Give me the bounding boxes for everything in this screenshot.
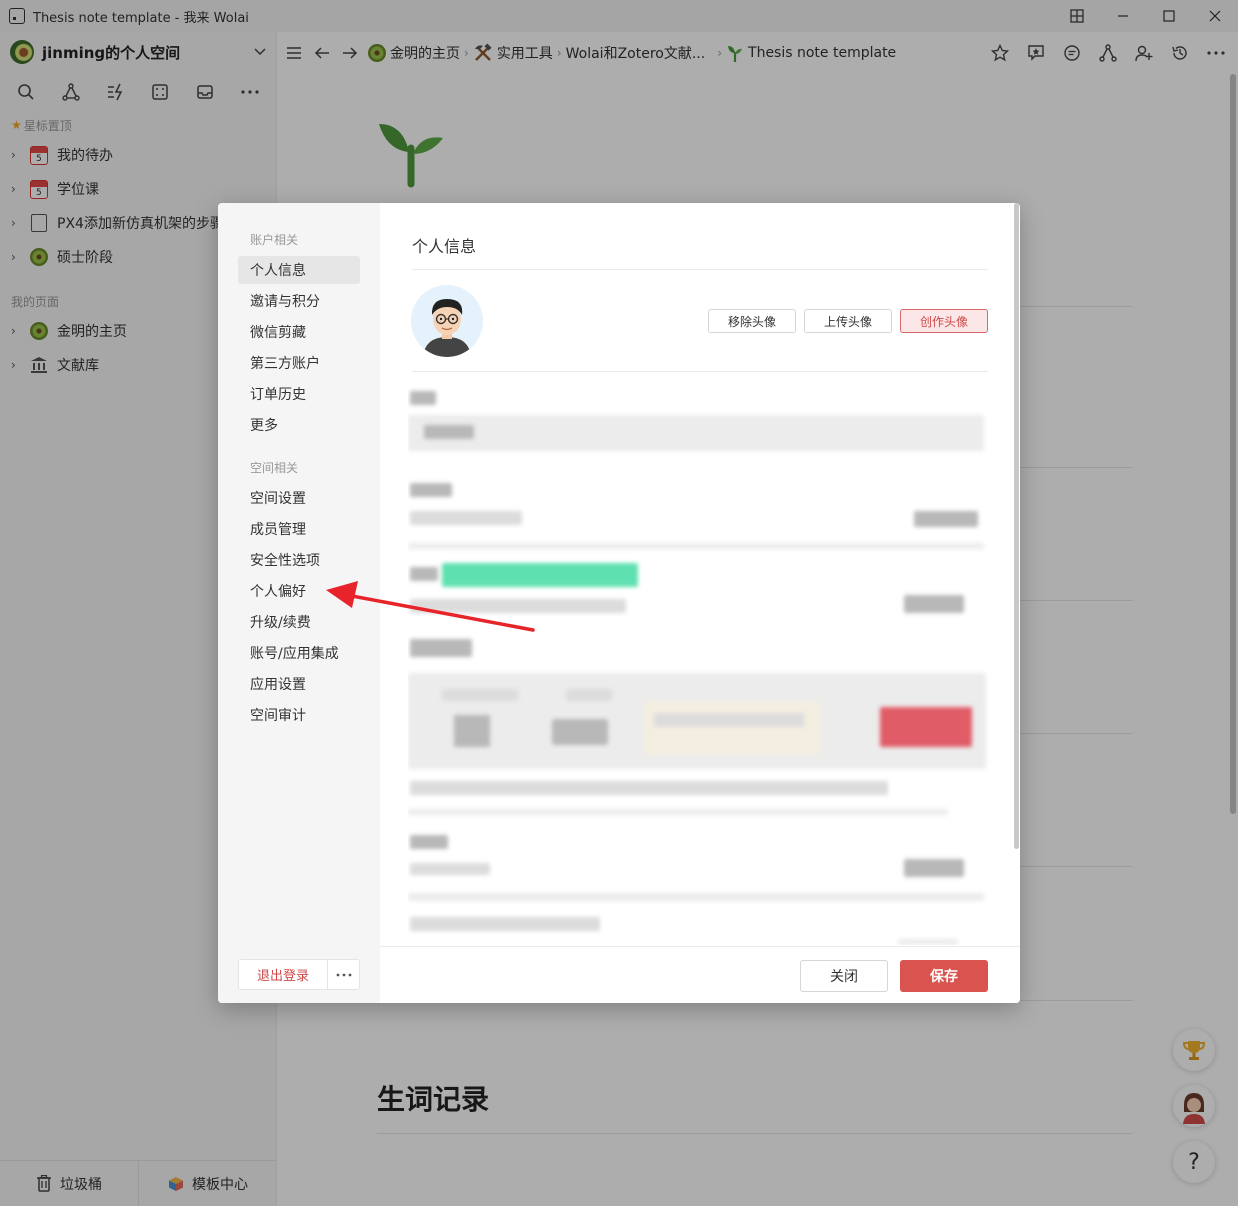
title-divider <box>412 269 988 270</box>
upload-avatar-button[interactable]: 上传头像 <box>804 309 892 333</box>
nav-upgrade-renew[interactable]: 升级/续费 <box>238 608 360 636</box>
remove-avatar-button[interactable]: 移除头像 <box>708 309 796 333</box>
nav-space-settings[interactable]: 空间设置 <box>238 484 360 512</box>
nav-space-audit[interactable]: 空间审计 <box>238 701 360 729</box>
nav-invite-points[interactable]: 邀请与积分 <box>238 287 360 315</box>
nav-personal-info[interactable]: 个人信息 <box>238 256 360 284</box>
modal-footer: 关闭 保存 <box>380 946 1020 1003</box>
modal-scrollbar-thumb[interactable] <box>1014 203 1019 849</box>
avatar-divider <box>412 371 988 372</box>
nav-third-party-accounts[interactable]: 第三方账户 <box>238 349 360 377</box>
nav-more[interactable]: 更多 <box>238 411 360 439</box>
close-button[interactable]: 关闭 <box>800 960 888 992</box>
settings-modal: 账户相关 个人信息 邀请与积分 微信剪藏 第三方账户 订单历史 更多 空间相关 … <box>218 203 1020 1003</box>
settings-content: 个人信息 移除头像 上传头像 创作头像 关闭 保存 <box>380 203 1020 1003</box>
nav-member-management[interactable]: 成员管理 <box>238 515 360 543</box>
redacted-profile-fields <box>408 383 992 945</box>
create-avatar-button[interactable]: 创作头像 <box>900 309 988 333</box>
save-button[interactable]: 保存 <box>900 960 988 992</box>
logout-button[interactable]: 退出登录 <box>239 960 328 989</box>
avatar-actions: 移除头像 上传头像 创作头像 <box>708 309 988 333</box>
modal-scrollbar[interactable] <box>1012 203 1020 1003</box>
nav-security-options[interactable]: 安全性选项 <box>238 546 360 574</box>
nav-personal-preferences[interactable]: 个人偏好 <box>238 577 360 605</box>
space-section-label: 空间相关 <box>250 460 299 475</box>
nav-wechat-clip[interactable]: 微信剪藏 <box>238 318 360 346</box>
profile-avatar[interactable] <box>411 285 483 357</box>
logout-group: 退出登录 <box>238 959 360 990</box>
account-section-label: 账户相关 <box>250 232 299 247</box>
settings-section-title: 个人信息 <box>412 237 477 256</box>
nav-account-integrations[interactable]: 账号/应用集成 <box>238 639 360 667</box>
nav-app-settings[interactable]: 应用设置 <box>238 670 360 698</box>
settings-nav: 账户相关 个人信息 邀请与积分 微信剪藏 第三方账户 订单历史 更多 空间相关 … <box>218 203 380 1003</box>
nav-order-history[interactable]: 订单历史 <box>238 380 360 408</box>
more-dots-icon[interactable] <box>328 960 359 989</box>
